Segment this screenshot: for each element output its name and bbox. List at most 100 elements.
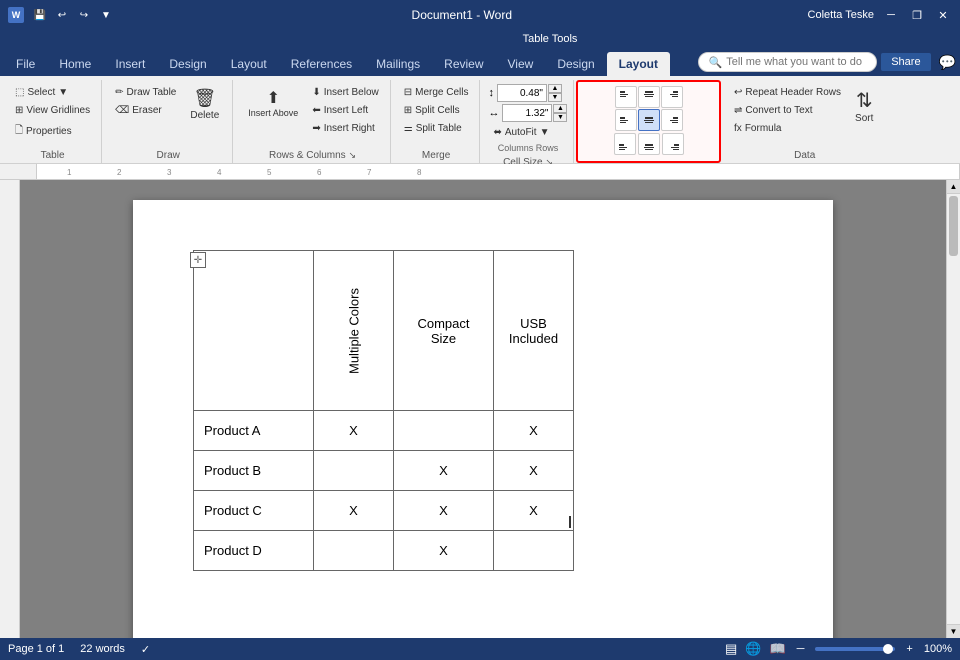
width-up-button[interactable]: ▲ (553, 104, 567, 113)
split-cells-button[interactable]: ⊞ Split Cells (399, 102, 474, 119)
redo-button[interactable]: ↪ (74, 5, 94, 25)
left-ruler (0, 180, 20, 638)
tab-design[interactable]: Design (157, 52, 218, 76)
width-input[interactable] (502, 104, 552, 122)
properties-button[interactable]: 🗋 Properties (10, 120, 95, 143)
search-input[interactable] (726, 56, 866, 68)
select-button[interactable]: ⬚ Select ▼ (10, 84, 95, 101)
table-cell-empty-header[interactable] (194, 251, 314, 411)
table-cell-a-usb[interactable]: X (494, 411, 574, 451)
table-cell-d-usb[interactable] (494, 531, 574, 571)
table-cell-c-usb[interactable]: X (494, 491, 574, 531)
restore-button[interactable]: ❐ (908, 6, 926, 24)
word-icon: W (8, 7, 24, 23)
insert-below-button[interactable]: ⬇ Insert Below (307, 84, 383, 101)
table-move-handle[interactable]: ✛ (190, 252, 206, 268)
table-cell-usb-header[interactable]: USBIncluded (494, 251, 574, 411)
insert-left-button[interactable]: ⬅ Insert Left (307, 102, 383, 119)
autofit-button[interactable]: ⬌ AutoFit ▼ (488, 124, 567, 141)
table-cell-product-d[interactable]: Product D (194, 531, 314, 571)
merge-cells-button[interactable]: ⊟ Merge Cells (399, 84, 474, 101)
align-top-right[interactable] (661, 86, 683, 108)
table-cell-product-c[interactable]: Product C (194, 491, 314, 531)
height-spin-row: ↕ ▲ ▼ (488, 84, 567, 102)
zoom-out-button[interactable]: ─ (794, 643, 808, 655)
comment-button[interactable]: 💬 (939, 54, 956, 71)
table-cell-a-mc[interactable]: X (314, 411, 394, 451)
more-button[interactable]: ▼ (96, 5, 116, 25)
eraser-button[interactable]: ⌫ Eraser (110, 102, 181, 119)
height-up-button[interactable]: ▲ (548, 84, 562, 93)
formula-button[interactable]: fx Formula (729, 120, 846, 137)
minimize-button[interactable]: ─ (882, 6, 900, 24)
page-info: Page 1 of 1 (8, 643, 64, 655)
height-down-button[interactable]: ▼ (548, 93, 562, 102)
width-down-button[interactable]: ▼ (553, 113, 567, 122)
ribbon-group-alignment: A Text Direction ⊡ Cell Margins Alignmen… (576, 80, 721, 163)
align-bottom-left[interactable] (614, 133, 636, 155)
undo-button[interactable]: ↩ (52, 5, 72, 25)
tab-mailings[interactable]: Mailings (364, 52, 432, 76)
draw-table-button[interactable]: ✏ Draw Table (110, 84, 181, 101)
align-top-left[interactable] (615, 86, 637, 108)
table-cell-b-cs[interactable]: X (394, 451, 494, 491)
data-left-col: ↩ Repeat Header Rows ⇌ Convert to Text f… (729, 84, 846, 137)
table-cell-c-cs[interactable]: X (394, 491, 494, 531)
tab-table-layout[interactable]: Layout (607, 52, 670, 76)
doc-scroll[interactable]: ✛ Multiple Colors CompactSize USBInclude… (20, 180, 946, 638)
table-cell-c-mc[interactable]: X (314, 491, 394, 531)
table-cell-b-usb[interactable]: X (494, 451, 574, 491)
tab-file[interactable]: File (4, 52, 47, 76)
split-table-button[interactable]: ⚌ Split Table (399, 120, 474, 137)
align-bottom-center[interactable] (638, 133, 660, 155)
zoom-slider[interactable] (815, 647, 895, 651)
table-cell-product-a[interactable]: Product A (194, 411, 314, 451)
doc-title: Document1 - Word (412, 8, 512, 22)
table-cell-d-cs[interactable]: X (394, 531, 494, 571)
tab-layout[interactable]: Layout (219, 52, 279, 76)
delete-button[interactable]: 🗑 Delete (183, 84, 226, 125)
scroll-up-button[interactable]: ▲ (947, 180, 960, 194)
read-mode-button[interactable]: 📖 (769, 641, 785, 657)
table-cell-d-mc[interactable] (314, 531, 394, 571)
align-bottom-right[interactable] (662, 133, 684, 155)
align-middle-left[interactable] (615, 109, 637, 131)
share-button[interactable]: Share (881, 53, 930, 71)
table-cell-a-cs[interactable] (394, 411, 494, 451)
tab-table-design[interactable]: Design (545, 52, 606, 76)
close-button[interactable]: ✕ (934, 6, 952, 24)
scroll-thumb[interactable] (949, 196, 958, 256)
zoom-thumb[interactable] (883, 644, 893, 654)
align-middle-right[interactable] (661, 109, 683, 131)
tab-home[interactable]: Home (47, 52, 103, 76)
insert-right-button[interactable]: ➡ Insert Right (307, 120, 383, 137)
align-middle-center[interactable] (638, 109, 660, 131)
table-cell-product-b[interactable]: Product B (194, 451, 314, 491)
table-cell-compact-size[interactable]: CompactSize (394, 251, 494, 411)
draw-col: ✏ Draw Table ⌫ Eraser (110, 84, 181, 119)
convert-to-text-button[interactable]: ⇌ Convert to Text (729, 102, 846, 119)
view-gridlines-button[interactable]: ⊞ View Gridlines (10, 102, 95, 119)
scroll-down-button[interactable]: ▼ (947, 624, 960, 638)
scroll-track[interactable] (947, 194, 960, 624)
save-button[interactable]: 💾 (30, 5, 50, 25)
align-top-center[interactable] (638, 86, 660, 108)
sort-button[interactable]: ⇅ Sort (848, 84, 880, 128)
height-input[interactable] (497, 84, 547, 102)
table-tools-label: Table Tools (523, 33, 578, 45)
web-layout-button[interactable]: 🌐 (745, 641, 761, 657)
tab-references[interactable]: References (279, 52, 364, 76)
zoom-in-button[interactable]: + (903, 643, 915, 655)
width-spin-buttons: ▲ ▼ (553, 104, 567, 122)
table-cell-multiple-colors[interactable]: Multiple Colors (314, 251, 394, 411)
tab-view[interactable]: View (496, 52, 546, 76)
insert-above-button[interactable]: ⬆ Insert Above (241, 84, 305, 122)
print-layout-button[interactable]: ▤ (725, 641, 737, 657)
merge-icon: ⊟ (404, 87, 412, 98)
insert-cols: ⬇ Insert Below ⬅ Insert Left ➡ Insert Ri… (307, 84, 383, 137)
table-cell-b-mc[interactable] (314, 451, 394, 491)
tab-insert[interactable]: Insert (103, 52, 157, 76)
repeat-header-button[interactable]: ↩ Repeat Header Rows (729, 84, 846, 101)
tab-review[interactable]: Review (432, 52, 495, 76)
title-bar-left: W 💾 ↩ ↪ ▼ (8, 5, 116, 25)
